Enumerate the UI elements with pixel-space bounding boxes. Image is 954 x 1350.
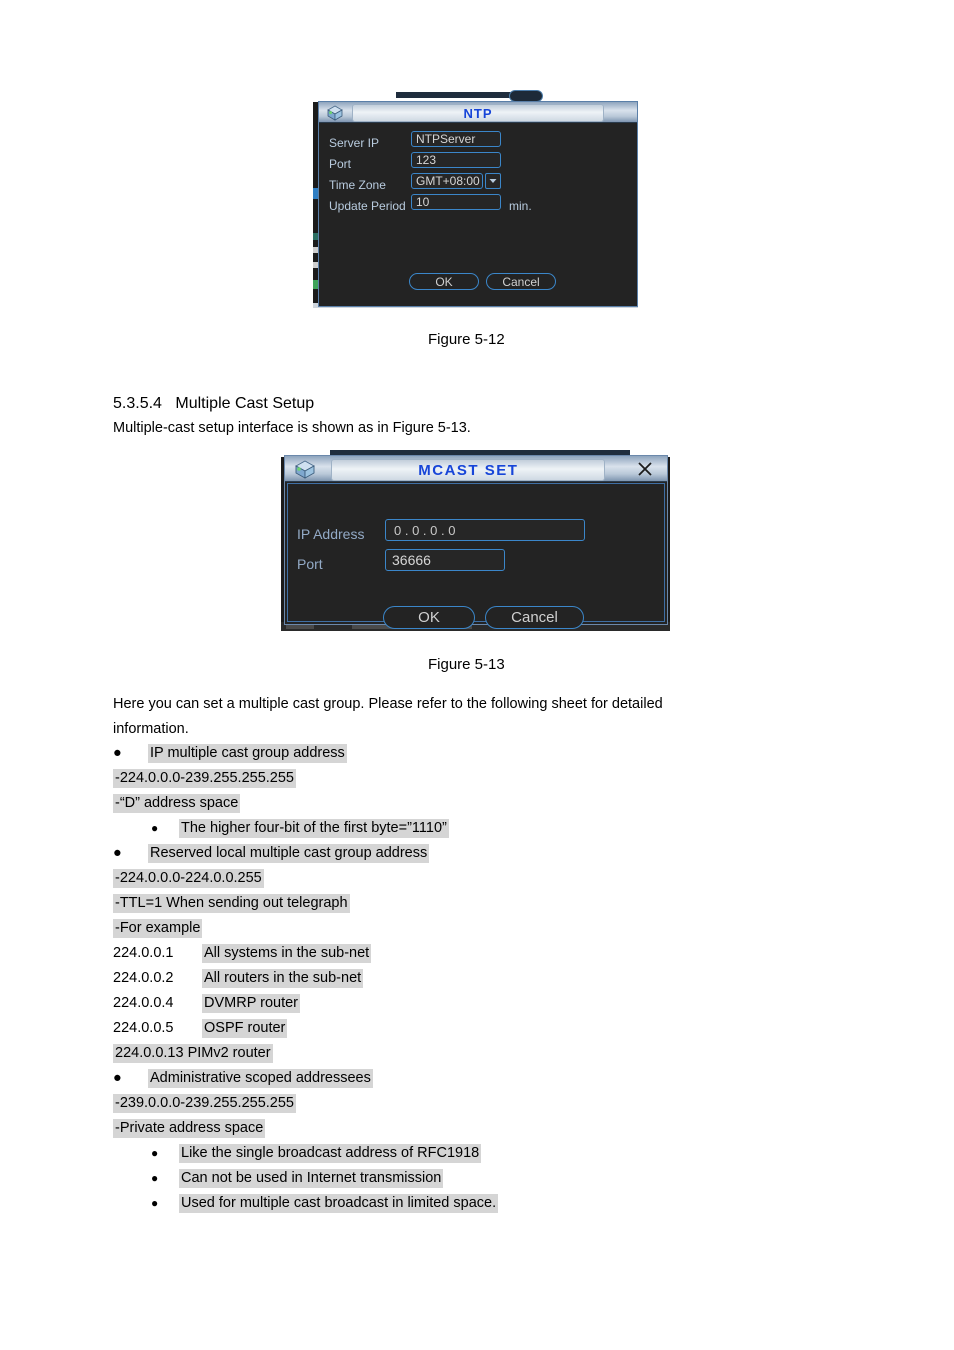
ntp-server-ip-input[interactable]: NTPServer — [411, 131, 501, 147]
ntp-title-bar: NTP — [319, 102, 637, 123]
section-title: Multiple Cast Setup — [175, 395, 315, 412]
list-item-address: 224.0.0.2 — [113, 970, 174, 986]
network-cube-icon — [323, 103, 347, 122]
mcast-set-dialog: MCAST SET IP Address 0 . 0 . 0 . 0 Port … — [284, 455, 668, 629]
list-item: -224.0.0.0-224.0.0.255 — [113, 869, 264, 888]
ntp-time-zone-label: Time Zone — [329, 178, 386, 192]
list-item-text: Used for multiple cast broadcast in limi… — [179, 1194, 499, 1213]
list-item: -“D” address space — [113, 794, 241, 813]
ntp-server-ip-label: Server IP — [329, 136, 380, 150]
mcast-ok-button[interactable]: OK — [383, 606, 475, 629]
list-item: ● Administrative scoped addressees — [113, 1069, 373, 1088]
list-item: 224.0.0.1 All systems in the sub-net — [113, 944, 372, 963]
bullet-marker: ● — [151, 821, 159, 835]
list-item: ● The higher four-bit of the first byte=”… — [151, 819, 449, 838]
mcast-port-label: Port — [297, 556, 323, 572]
list-item: ● Used for multiple cast broadcast in lim… — [151, 1194, 499, 1213]
list-item-address: 224.0.0.5 — [113, 1020, 174, 1036]
ntp-cancel-button[interactable]: Cancel — [486, 273, 556, 290]
intro-line: Multiple-cast setup interface is shown a… — [113, 420, 471, 436]
close-icon[interactable] — [637, 461, 653, 477]
list-item: ● Like the single broadcast address of RF… — [151, 1144, 482, 1163]
ntp-update-period-unit: min. — [509, 199, 532, 213]
list-item: -For example — [113, 919, 203, 938]
list-item: -239.0.0.0-239.255.255.255 — [113, 1094, 296, 1113]
figure-5-13-caption: Figure 5-13 — [428, 656, 505, 673]
mcast-title-bar: MCAST SET — [285, 456, 667, 482]
ntp-dialog-body: Server IP NTPServer Port 123 Time Zone G… — [319, 123, 637, 307]
body-line-2: information. — [113, 721, 189, 737]
list-item-text: -For example — [113, 919, 203, 938]
ntp-port-label: Port — [329, 157, 352, 171]
list-item-text: IP multiple cast group address — [148, 744, 347, 763]
list-item-text: Reserved local multiple cast group addre… — [148, 844, 430, 863]
ntp-time-zone-select[interactable]: GMT+08:00 — [411, 173, 483, 189]
list-item-text: Can not be used in Internet transmission — [179, 1169, 444, 1188]
list-item-text: -Private address space — [113, 1119, 266, 1138]
mcast-ip-address-input[interactable]: 0 . 0 . 0 . 0 — [385, 519, 585, 541]
bullet-marker: ● — [113, 845, 122, 861]
figure-5-12-caption: Figure 5-12 — [428, 331, 505, 348]
ntp-port-input[interactable]: 123 — [411, 152, 501, 168]
list-item-text: -239.0.0.0-239.255.255.255 — [113, 1094, 296, 1113]
list-item-text: -“D” address space — [113, 794, 241, 813]
ntp-update-period-input[interactable]: 10 — [411, 194, 501, 210]
bullet-marker: ● — [113, 1070, 122, 1086]
list-item-text: Administrative scoped addressees — [148, 1069, 373, 1088]
list-item: ● Reserved local multiple cast group addr… — [113, 844, 430, 863]
ntp-title-text: NTP — [463, 105, 493, 121]
list-item: ● IP multiple cast group address — [113, 744, 347, 763]
list-item: 224.0.0.5 OSPF router — [113, 1019, 288, 1038]
bullet-marker: ● — [151, 1196, 159, 1210]
list-item-text: -224.0.0.0-239.255.255.255 — [113, 769, 296, 788]
list-item-text: The higher four-bit of the first byte=”1… — [179, 819, 449, 838]
list-item-text: 224.0.0.13 PIMv2 router — [113, 1044, 273, 1063]
ntp-dialog: NTP Server IP NTPServer Port 123 Time Zo… — [318, 101, 638, 307]
list-item-text: All routers in the sub-net — [202, 969, 364, 988]
list-item: 224.0.0.13 PIMv2 router — [113, 1044, 273, 1063]
background-scrap-top — [396, 92, 526, 98]
ntp-title-plate: NTP — [352, 104, 604, 122]
mcast-cancel-button[interactable]: Cancel — [485, 606, 584, 629]
list-item: 224.0.0.2 All routers in the sub-net — [113, 969, 364, 988]
list-item-address: 224.0.0.1 — [113, 945, 174, 961]
list-item-text: -TTL=1 When sending out telegraph — [113, 894, 350, 913]
list-item-text: DVMRP router — [202, 994, 301, 1013]
document-page: NTP Server IP NTPServer Port 123 Time Zo… — [0, 0, 954, 1350]
list-item-text: -224.0.0.0-224.0.0.255 — [113, 869, 264, 888]
list-item: 224.0.0.4 DVMRP router — [113, 994, 301, 1013]
section-heading: 5.3.5.4 Multiple Cast Setup — [113, 396, 314, 412]
list-item: -Private address space — [113, 1119, 266, 1138]
ntp-ok-button[interactable]: OK — [409, 273, 479, 290]
ntp-update-period-label: Update Period — [329, 199, 406, 213]
list-item-text: Like the single broadcast address of RFC… — [179, 1144, 482, 1163]
list-item-text: OSPF router — [202, 1019, 288, 1038]
bullet-marker: ● — [151, 1171, 159, 1185]
network-cube-icon — [290, 457, 320, 481]
chevron-down-icon[interactable] — [485, 173, 501, 189]
bullet-marker: ● — [113, 745, 122, 761]
mcast-title-text: MCAST SET — [418, 461, 519, 479]
body-line-1: Here you can set a multiple cast group. … — [113, 696, 663, 712]
bullet-marker: ● — [151, 1146, 159, 1160]
mcast-ip-address-label: IP Address — [297, 526, 365, 542]
list-item-address: 224.0.0.4 — [113, 995, 174, 1011]
list-item: -TTL=1 When sending out telegraph — [113, 894, 350, 913]
section-number: 5.3.5.4 — [113, 395, 162, 412]
list-item: -224.0.0.0-239.255.255.255 — [113, 769, 296, 788]
list-item-text: All systems in the sub-net — [202, 944, 372, 963]
mcast-port-input[interactable]: 36666 — [385, 549, 505, 571]
mcast-title-plate: MCAST SET — [331, 459, 606, 481]
mcast-dialog-body: IP Address 0 . 0 . 0 . 0 Port 36666 OK C… — [285, 482, 667, 629]
list-item: ● Can not be used in Internet transmissio… — [151, 1169, 444, 1188]
